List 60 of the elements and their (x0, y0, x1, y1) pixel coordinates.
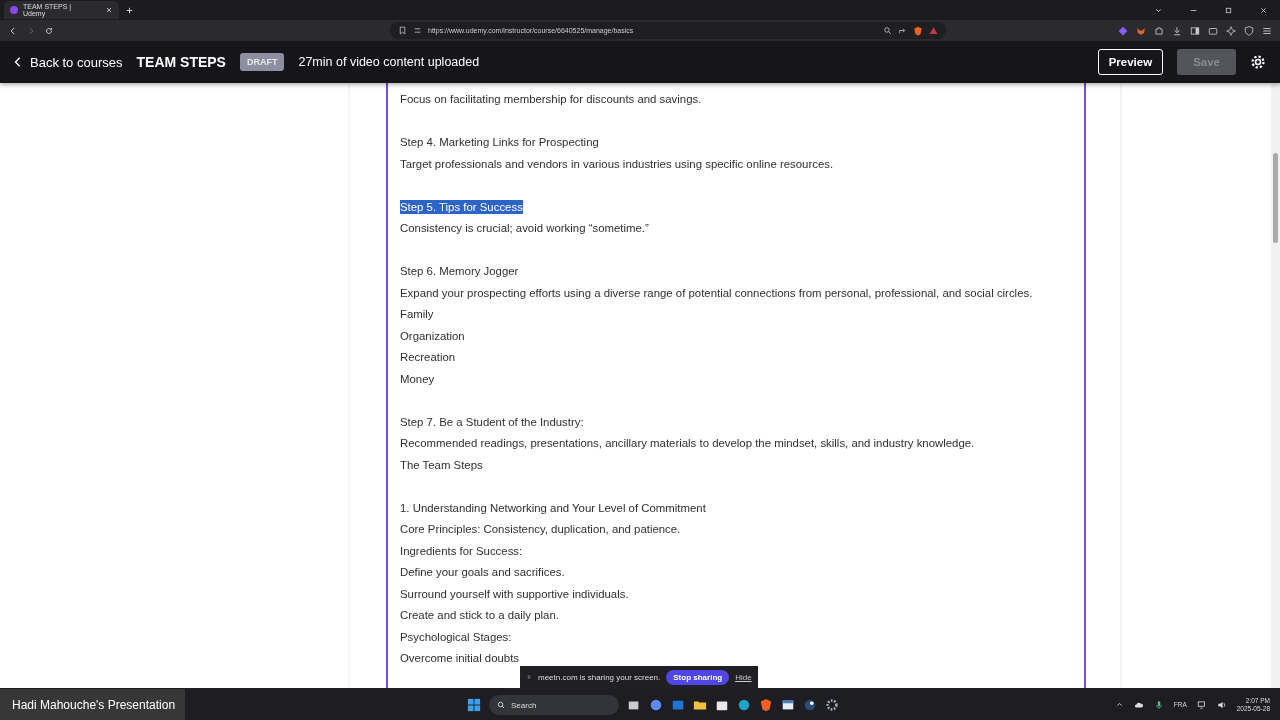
close-window-icon[interactable] (1259, 5, 1268, 15)
hide-link[interactable]: Hide (735, 672, 752, 682)
diamond-icon[interactable] (1118, 25, 1128, 36)
text-line: Psychological Stages: (400, 629, 512, 644)
zoom-icon[interactable] (883, 26, 892, 35)
text-line: Recreation (400, 350, 456, 364)
text-line: Ingredients for Success: (400, 543, 523, 558)
download-icon[interactable] (1172, 25, 1182, 36)
text-line: Step 7. Be a Student of the Industry: (400, 414, 584, 429)
microphone-icon[interactable] (1153, 699, 1164, 710)
settings-gear-icon[interactable] (825, 698, 839, 712)
bookmark-icon[interactable] (398, 26, 407, 35)
grip-icon[interactable] (526, 673, 532, 681)
text-line: Recommended readings, presentations, ancillary materials to develop the mindset, skills, and industry knowledge. (400, 436, 975, 450)
presenter-label: Hadi Mahouche's Presentation (0, 689, 185, 720)
text-line: Focus on facilitating membership for discounts and savings. (400, 92, 702, 106)
text-line: Step 4. Marketing Links for Prospecting (400, 135, 599, 149)
sidebar-icon[interactable] (1190, 25, 1200, 36)
shield-icon[interactable] (1244, 25, 1254, 36)
menu-icon[interactable] (1262, 25, 1272, 36)
window-icon[interactable] (781, 698, 795, 712)
restore-icon[interactable] (1224, 5, 1233, 15)
text-line: Create and stick to a daily plan. (400, 608, 559, 622)
volume-icon[interactable] (1216, 699, 1227, 710)
text-line: The Team Steps (400, 457, 483, 472)
search-field[interactable]: Search (489, 695, 619, 715)
chevron-up-icon[interactable] (1114, 700, 1124, 709)
text-line: 1. Understanding Networking and Your Level of Commitment (400, 500, 706, 515)
course-title: TEAM STEPS (136, 54, 226, 70)
text-line: Define your goals and sacrifices. (400, 565, 565, 579)
preview-button[interactable]: Preview (1097, 49, 1164, 75)
text-line: Step 6. Memory Jogger (400, 264, 519, 278)
text-line: Money (400, 371, 435, 386)
text-line: Target professionals and vendors in various industries using specific online resources. (400, 156, 834, 171)
text-line: Family (400, 307, 434, 321)
search-icon (497, 701, 505, 709)
text-line: Surround yourself with supportive individuals. (400, 586, 629, 601)
back-link[interactable]: Back to courses (14, 54, 123, 70)
share-icon[interactable] (898, 26, 907, 35)
upload-status: 27min of video content uploaded (298, 55, 480, 69)
back-icon[interactable] (8, 25, 18, 36)
text-line: Consistency is crucial; avoid working “sometime.” (400, 221, 649, 235)
network-icon[interactable] (1196, 699, 1207, 710)
reload-icon[interactable] (44, 25, 54, 36)
text-line: Organization (400, 328, 465, 343)
scrollbar-thumb[interactable] (1273, 153, 1278, 243)
status-badge: DRAFT (239, 53, 285, 71)
triangle-icon[interactable] (929, 26, 938, 35)
close-icon[interactable] (105, 6, 113, 14)
windows-start-icon[interactable] (467, 698, 481, 712)
settings-icon[interactable] (1250, 54, 1266, 70)
text-line: Overcome initial doubts (400, 651, 520, 665)
sharing-message: meetn.com is sharing your screen. (538, 672, 661, 682)
sparkle-icon[interactable] (1226, 25, 1236, 36)
text-line: Core Principles: Consistency, duplication, and patience. (400, 522, 681, 536)
chevron-left-icon[interactable] (14, 57, 22, 67)
text-line: Expand your prospecting efforts using a diverse range of potential connections from personal, professional, and social circles. (400, 285, 1033, 300)
fox-icon[interactable] (1136, 25, 1146, 36)
new-tab-icon[interactable] (125, 5, 134, 15)
stop-sharing-button[interactable]: Stop sharing (666, 669, 730, 685)
